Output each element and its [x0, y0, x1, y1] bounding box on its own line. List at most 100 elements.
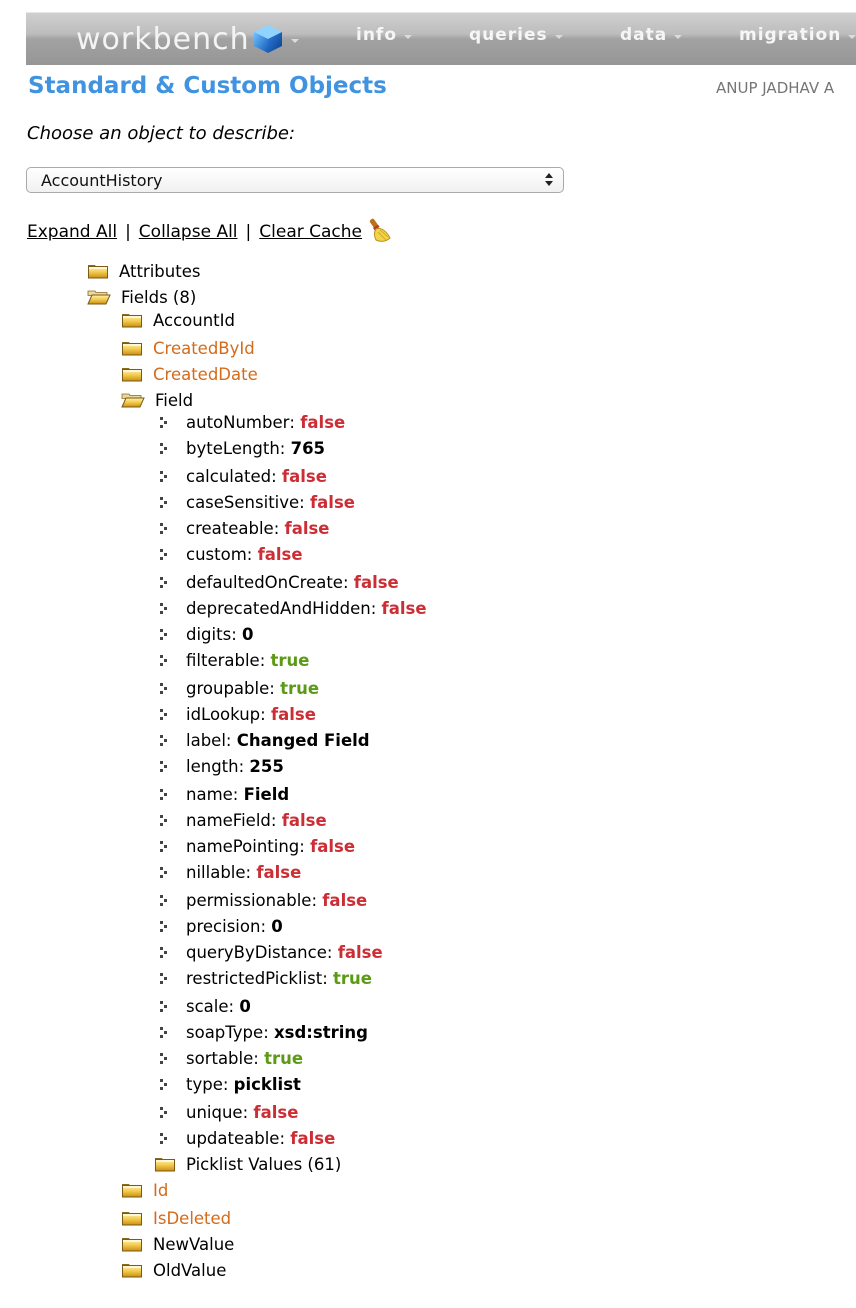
property-bullet-icon — [160, 628, 170, 640]
property-key: type — [186, 1074, 223, 1094]
tree-node-label: Attributes — [119, 261, 201, 281]
tree-node-label: Fields (8) — [121, 287, 197, 307]
field-name: Field — [155, 390, 194, 410]
property-colon: : — [246, 544, 258, 564]
property-colon: : — [271, 466, 282, 486]
nav-menu-migration[interactable]: migration — [739, 25, 856, 45]
property-bullet-icon — [160, 442, 170, 454]
chevron-down-icon — [290, 39, 299, 43]
property-bullet-icon — [160, 788, 170, 800]
property-key: autoNumber — [186, 412, 290, 432]
field-property: byteLength: 765 — [160, 436, 325, 460]
property-value: false — [270, 704, 316, 724]
property-value: false — [290, 1128, 336, 1148]
nav-menu-data[interactable]: data — [620, 25, 683, 45]
collapse-all-link[interactable]: Collapse All — [139, 222, 238, 242]
property-value: false — [322, 890, 368, 910]
property-colon: : — [260, 704, 271, 724]
chevron-down-icon — [848, 35, 856, 39]
brand-logo-text: workbench — [76, 21, 250, 57]
field-property: precision: 0 — [160, 914, 283, 938]
page-title: Standard & Custom Objects — [28, 73, 387, 99]
folder-icon[interactable] — [121, 340, 143, 356]
property-bullet-icon — [160, 496, 170, 508]
property-bullet-icon — [160, 1026, 170, 1038]
field-property: queryByDistance: false — [160, 940, 383, 964]
field-property: type: picklist — [160, 1072, 301, 1096]
separator: | — [245, 222, 252, 242]
property-bullet-icon — [160, 1132, 170, 1144]
property-key: defaultedOnCreate — [186, 572, 343, 592]
property-key: caseSensitive — [186, 492, 300, 512]
property-colon: : — [269, 678, 281, 698]
property-colon: : — [231, 624, 242, 644]
field-property: name: Field — [160, 782, 289, 806]
nav-menu-queries[interactable]: queries — [469, 25, 563, 45]
field-property: defaultedOnCreate: false — [160, 570, 399, 594]
property-key: namePointing — [186, 836, 300, 856]
property-value: true — [270, 650, 310, 670]
property-key: sortable — [186, 1048, 254, 1068]
object-select[interactable]: AccountHistory — [26, 167, 564, 193]
tree-node-fields[interactable]: Fields (8) — [87, 285, 196, 309]
property-bullet-icon — [160, 416, 170, 428]
folder-icon[interactable] — [121, 1210, 143, 1226]
property-value: 0 — [239, 996, 251, 1016]
field-property: length: 255 — [160, 754, 284, 778]
property-key: queryByDistance — [186, 942, 327, 962]
folder-icon[interactable] — [154, 1156, 176, 1172]
property-value: false — [256, 862, 302, 882]
tree-node-attributes[interactable]: Attributes — [87, 259, 200, 283]
tree-node-field[interactable]: NewValue — [121, 1232, 234, 1256]
broom-icon[interactable] — [368, 218, 394, 244]
property-bullet-icon — [160, 920, 170, 932]
property-value: 0 — [242, 624, 254, 644]
folder-open-icon[interactable] — [121, 392, 145, 408]
property-bullet-icon — [160, 708, 170, 720]
property-colon: : — [245, 862, 257, 882]
field-property: restrictedPicklist: true — [160, 966, 372, 990]
field-property: nameField: false — [160, 808, 327, 832]
expand-all-link[interactable]: Expand All — [27, 222, 117, 242]
folder-open-icon[interactable] — [87, 289, 111, 305]
tree-node-field[interactable]: AccountId — [121, 308, 235, 332]
property-colon: : — [228, 996, 240, 1016]
folder-icon[interactable] — [121, 312, 143, 328]
field-name: CreatedById — [153, 338, 255, 358]
property-bullet-icon — [160, 734, 170, 746]
field-property: soapType: xsd:string — [160, 1020, 368, 1044]
field-name: AccountId — [153, 310, 235, 330]
property-bullet-icon — [160, 946, 170, 958]
workbench-menu[interactable]: workbench — [76, 19, 299, 59]
tree-node-field[interactable]: IsDeleted — [121, 1206, 231, 1230]
tree-node-field[interactable]: Field — [121, 388, 193, 412]
field-property: unique: false — [160, 1100, 298, 1124]
tree-node-label: Picklist Values (61) — [186, 1154, 342, 1174]
folder-icon[interactable] — [121, 1262, 143, 1278]
clear-cache-link[interactable]: Clear Cache — [259, 222, 362, 242]
tree-node-field[interactable]: OldValue — [121, 1258, 226, 1282]
tree-node-field[interactable]: CreatedDate — [121, 362, 258, 386]
property-bullet-icon — [160, 894, 170, 906]
nav-menu-info[interactable]: info — [356, 25, 413, 45]
property-colon: : — [260, 916, 272, 936]
property-colon: : — [253, 1048, 265, 1068]
chevron-down-icon — [554, 35, 563, 39]
tree-node-field[interactable]: Id — [121, 1178, 168, 1202]
property-bullet-icon — [160, 1052, 170, 1064]
property-value: true — [264, 1048, 304, 1068]
folder-icon[interactable] — [121, 1182, 143, 1198]
property-bullet-icon — [160, 522, 170, 534]
property-key: restrictedPicklist — [186, 968, 323, 988]
property-bullet-icon — [160, 840, 170, 852]
property-bullet-icon — [160, 760, 170, 772]
folder-icon[interactable] — [121, 1236, 143, 1252]
folder-icon[interactable] — [121, 366, 143, 382]
property-value: false — [310, 836, 356, 856]
property-key: digits — [186, 624, 232, 644]
folder-icon[interactable] — [87, 263, 109, 279]
tree-node-picklist-values[interactable]: Picklist Values (61) — [154, 1152, 341, 1176]
tree-node-field[interactable]: CreatedById — [121, 336, 255, 360]
field-name: Id — [153, 1180, 169, 1200]
property-value: 0 — [271, 916, 283, 936]
